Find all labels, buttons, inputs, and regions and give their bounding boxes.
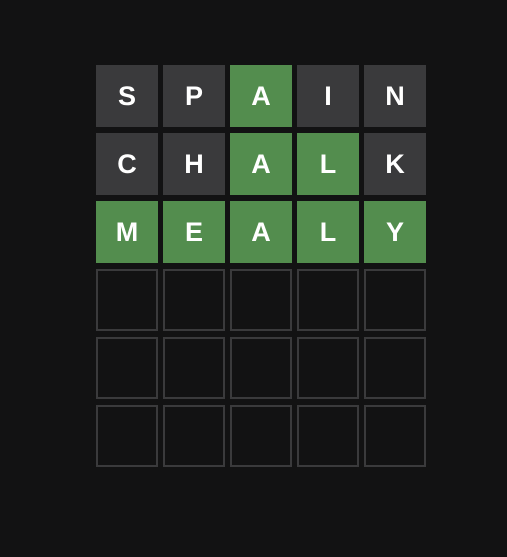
tile-r1-c1: S [96,65,158,127]
tile-r4-c2 [163,269,225,331]
tile-r3-c2: E [163,201,225,263]
tile-r5-c3 [230,337,292,399]
tile-r6-c3 [230,405,292,467]
tile-r2-c5: K [364,133,426,195]
tile-r4-c4 [297,269,359,331]
tile-r1-c2: P [163,65,225,127]
tile-r4-c1 [96,269,158,331]
tile-r1-c4: I [297,65,359,127]
tile-r5-c4 [297,337,359,399]
tile-r3-c1: M [96,201,158,263]
tile-r4-c3 [230,269,292,331]
tile-r5-c2 [163,337,225,399]
tile-r6-c4 [297,405,359,467]
tile-r6-c1 [96,405,158,467]
tile-r6-c5 [364,405,426,467]
tile-r6-c2 [163,405,225,467]
tile-r2-c1: C [96,133,158,195]
tile-r1-c3: A [230,65,292,127]
tile-r5-c5 [364,337,426,399]
tile-r4-c5 [364,269,426,331]
wordle-board: SPAINCHALKMEALY [96,65,426,467]
tile-r3-c5: Y [364,201,426,263]
tile-r2-c3: A [230,133,292,195]
tile-r5-c1 [96,337,158,399]
tile-r2-c2: H [163,133,225,195]
tile-r1-c5: N [364,65,426,127]
tile-r3-c4: L [297,201,359,263]
tile-r3-c3: A [230,201,292,263]
tile-r2-c4: L [297,133,359,195]
